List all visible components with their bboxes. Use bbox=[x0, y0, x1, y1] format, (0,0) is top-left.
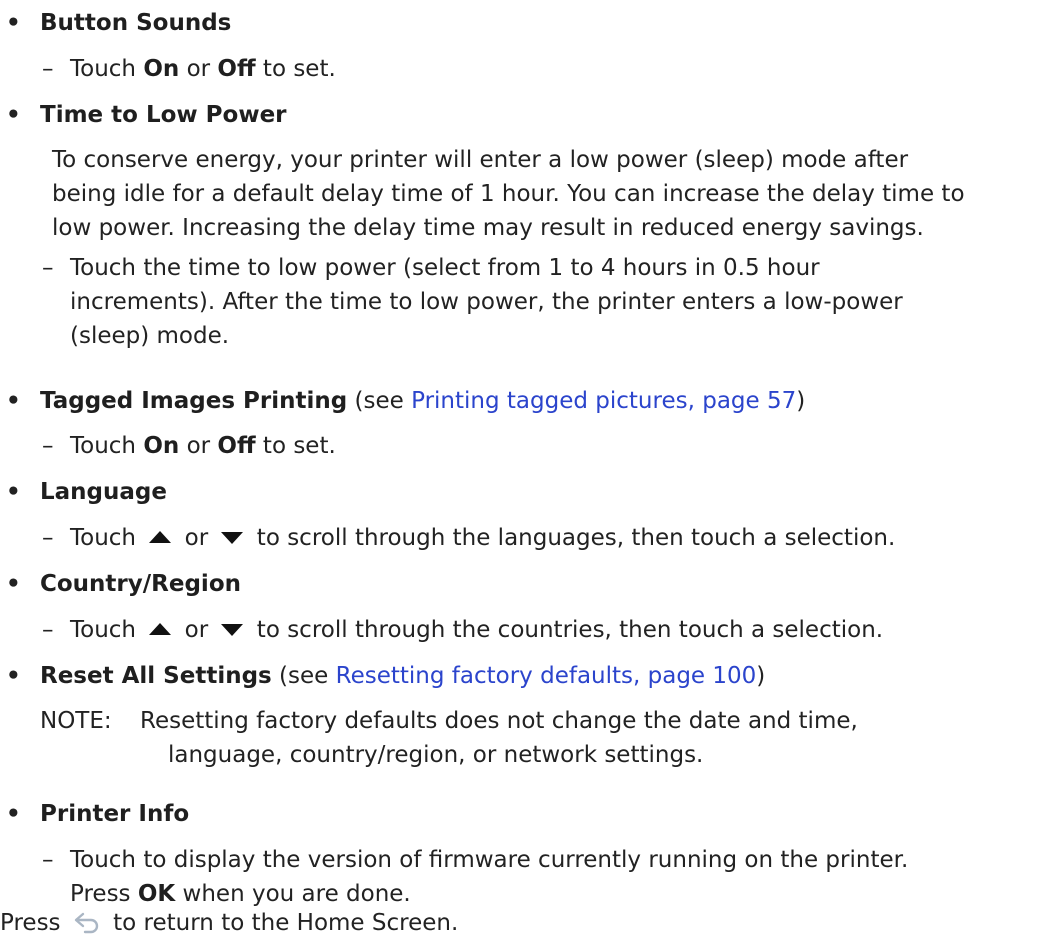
manual-page: • Button Sounds – Touch On or Off to set… bbox=[0, 0, 1049, 943]
dash: – bbox=[42, 525, 54, 551]
bullet: • bbox=[6, 571, 21, 597]
item-title: Language bbox=[40, 479, 167, 505]
note-text: language, country/region, or network set… bbox=[168, 742, 704, 768]
dash: – bbox=[42, 56, 54, 82]
dash: – bbox=[42, 433, 54, 459]
ok-button-label: OK bbox=[137, 881, 176, 907]
item-title: Printer Info bbox=[40, 801, 190, 827]
bullet: • bbox=[6, 663, 21, 689]
dash: – bbox=[42, 255, 54, 281]
on-option: On bbox=[143, 433, 180, 459]
off-option: Off bbox=[217, 433, 256, 459]
triangle-up-icon bbox=[149, 530, 172, 543]
bullet: • bbox=[6, 479, 21, 505]
triangle-down-icon bbox=[221, 531, 244, 544]
bullet: • bbox=[6, 388, 21, 414]
triangle-down-icon bbox=[221, 623, 244, 636]
item-title: Country/Region bbox=[40, 571, 241, 597]
triangle-up-icon bbox=[149, 622, 172, 635]
back-arrow-icon bbox=[72, 910, 102, 934]
item-title: Reset All Settings bbox=[40, 663, 272, 689]
dash: – bbox=[42, 617, 54, 643]
link-printing-tagged-pictures[interactable]: Printing tagged pictures, page 57 bbox=[411, 388, 796, 414]
off-option: Off bbox=[217, 56, 256, 82]
dash: – bbox=[42, 847, 54, 873]
bullet: • bbox=[6, 102, 21, 128]
link-resetting-factory-defaults[interactable]: Resetting factory defaults, page 100 bbox=[336, 663, 757, 689]
bullet: • bbox=[6, 10, 21, 36]
description-paragraph: To conserve energy, your printer will en… bbox=[52, 147, 965, 241]
item-title: Time to Low Power bbox=[40, 102, 287, 128]
on-option: On bbox=[143, 56, 180, 82]
note-label: NOTE: bbox=[40, 708, 112, 734]
item-title: Tagged Images Printing bbox=[40, 388, 348, 414]
bullet: • bbox=[6, 801, 21, 827]
item-title: Button Sounds bbox=[40, 10, 232, 36]
note-text: Resetting factory defaults does not chan… bbox=[140, 708, 858, 734]
